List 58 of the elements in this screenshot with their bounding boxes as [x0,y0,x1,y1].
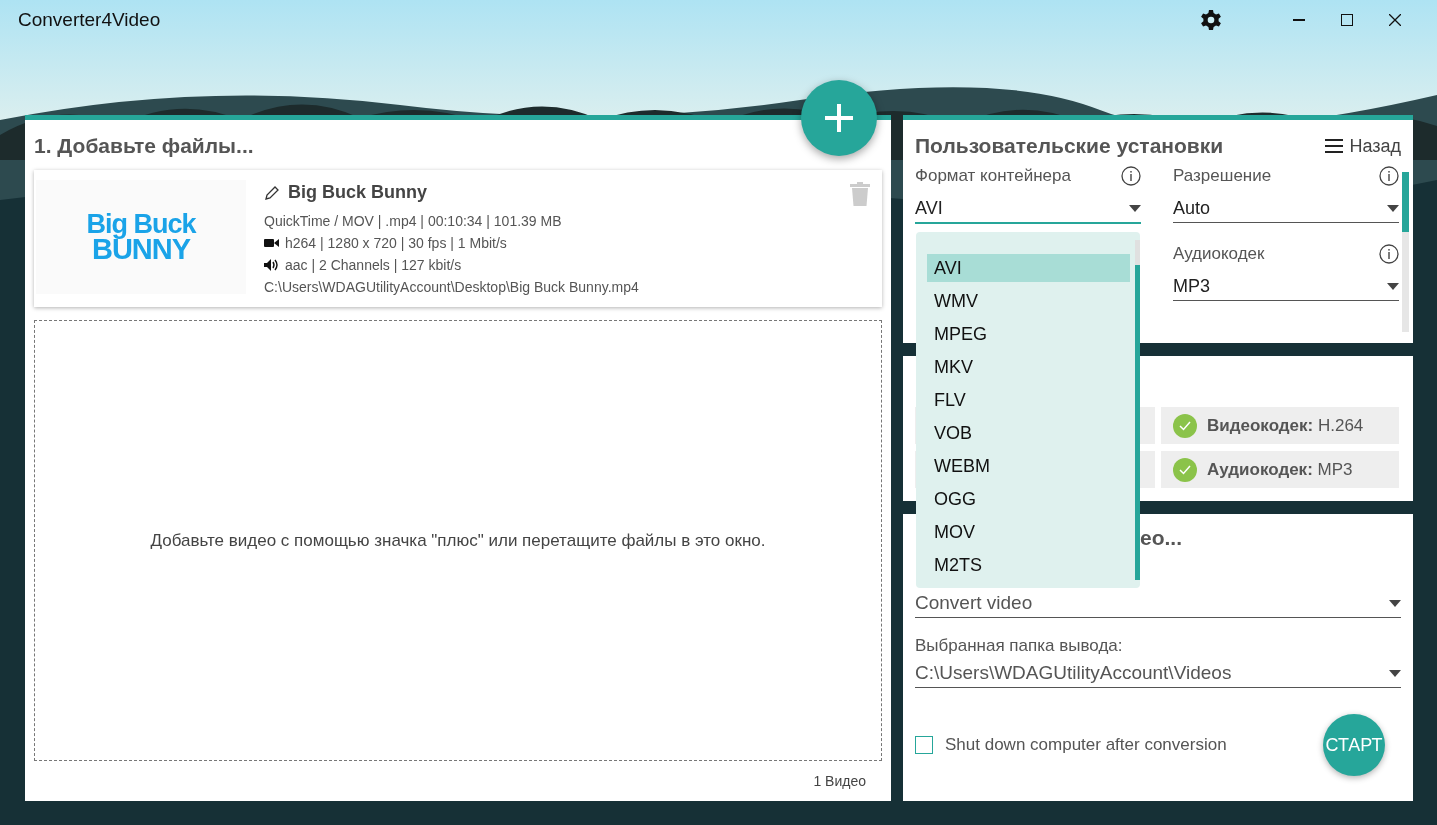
back-button[interactable]: Назад [1325,135,1401,157]
select-field[interactable]: Auto [1173,190,1399,223]
dropdown-option[interactable]: AVI [927,254,1130,282]
minimize-icon [1293,19,1305,21]
file-detail: aac | 2 Channels | 127 kbit/s [285,257,462,273]
close-icon [1389,14,1401,26]
checkbox[interactable] [915,736,933,754]
select-field[interactable]: AVI [915,190,1141,224]
dropdown-option[interactable]: M2TS [927,551,1130,579]
info-icon[interactable] [1379,244,1399,264]
panel-title: 1. Добавьте файлы... [34,134,255,158]
dropdown-option[interactable]: VOB [927,419,1130,447]
checkbox-label: Shut down computer after conversion [945,735,1227,755]
settings-icon [1201,10,1221,30]
select-field[interactable]: MP3 [1173,268,1399,301]
dropdown-option[interactable]: OGG [927,485,1130,513]
dropdown-option[interactable]: MOV [927,518,1130,546]
dropdown-option[interactable]: MKV [927,353,1130,381]
dropdown-option[interactable]: FLV [927,386,1130,414]
dropdown-option[interactable]: WEBM [927,452,1130,480]
file-detail: h264 | 1280 x 720 | 30 fps | 1 Mbit/s [285,235,507,251]
info-icon[interactable] [1121,166,1141,186]
caret-icon [1389,599,1401,607]
video-count: 1 Видео [813,773,866,789]
pencil-icon[interactable] [264,184,280,201]
dropdown-option[interactable]: MPEG [927,320,1130,348]
file-name: Big Buck Bunny [288,182,427,203]
maximize-icon [1341,14,1353,26]
file-card[interactable]: Big Buck BUNNY Big Buck Bunny QuickTime / MOV | .mp4 | 00:10:34 | 101.39 MB h264 | 1280 x 720 | 30 fps | 1 Mbit/s aac | 2 Channels | 127 kbit/s C:\Users\WDAGUtilityAccount\Desktop\Big Buck Bunny.mp4 [34,170,882,307]
scrollbar[interactable] [1135,240,1140,580]
codec-text: Видеокодек: H.264 [1207,415,1364,436]
panel-title: ео... [1140,526,1183,550]
info-icon[interactable] [1379,166,1399,186]
field-label: Формат контейнера [915,166,1071,186]
menu-icon [1325,139,1344,153]
field-label: Аудиокодек [1173,244,1265,264]
field-label: Разрешение [1173,166,1272,186]
window-title: Converter4Video [18,9,162,31]
add-button[interactable] [801,80,877,156]
speaker-icon [264,259,280,271]
caret-icon [1389,669,1401,677]
codec-text: Аудиокодек: MP3 [1207,459,1353,480]
caret-icon [1387,283,1399,290]
video-thumbnail: Big Buck BUNNY [36,180,246,294]
plus-icon [823,102,855,134]
field-label: Выбранная папка вывода: [915,636,1124,656]
trash-icon [850,182,870,206]
caret-icon [1129,205,1141,212]
file-detail: C:\Users\WDAGUtilityAccount\Desktop\Big Buck Bunny.mp4 [264,279,639,295]
drop-zone[interactable]: Добавьте видео с помощью значка "плюс" или перетащите файлы в это окно. [34,320,882,761]
drop-hint: Добавьте видео с помощью значка "плюс" или перетащите файлы в это окно. [150,530,766,551]
dropdown-option[interactable]: WMV [927,287,1130,315]
file-detail: QuickTime / MOV | .mp4 | 00:10:34 | 101.39 MB [264,213,562,229]
camera-icon [264,238,280,248]
scrollbar[interactable] [1402,172,1409,332]
panel-title: Пользовательские установки [915,134,1224,158]
folder-select[interactable]: C:\Users\WDAGUtilityAccount\Videos [915,656,1401,688]
caret-icon [1387,205,1399,212]
